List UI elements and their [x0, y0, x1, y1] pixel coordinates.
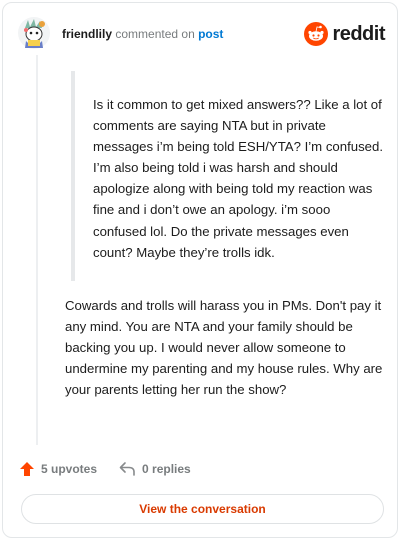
- avatar-icon: [18, 17, 50, 49]
- logo-text: reddit: [332, 22, 385, 45]
- upvote-icon: [20, 462, 34, 476]
- reddit-logo[interactable]: reddit: [304, 22, 385, 46]
- comment-body: Cowards and trolls will harass you in PM…: [65, 298, 383, 398]
- view-conversation-button[interactable]: View the conversation: [21, 494, 384, 524]
- post-link[interactable]: post: [198, 27, 223, 41]
- upvote-count: 5 upvotes: [41, 462, 98, 476]
- username-link[interactable]: friendlily: [62, 27, 112, 41]
- reply-button[interactable]: 0 replies: [119, 461, 191, 477]
- reddit-logo-icon: [304, 22, 329, 46]
- comment-actions: 5 upvotes 0 replies: [19, 461, 191, 477]
- comment-header: friendlily commented on post: [62, 27, 223, 41]
- reply-icon: [119, 462, 135, 476]
- thread-line: [36, 55, 38, 445]
- avatar[interactable]: [17, 16, 51, 50]
- comment-card: friendlily commented on post reddit Is i…: [2, 2, 398, 538]
- reply-count: 0 replies: [142, 462, 191, 476]
- upvote-button[interactable]: 5 upvotes: [19, 461, 97, 477]
- parent-comment-quote: Is it common to get mixed answers?? Like…: [93, 97, 384, 260]
- action-text: commented on: [115, 27, 195, 41]
- quote-bar: [71, 71, 75, 281]
